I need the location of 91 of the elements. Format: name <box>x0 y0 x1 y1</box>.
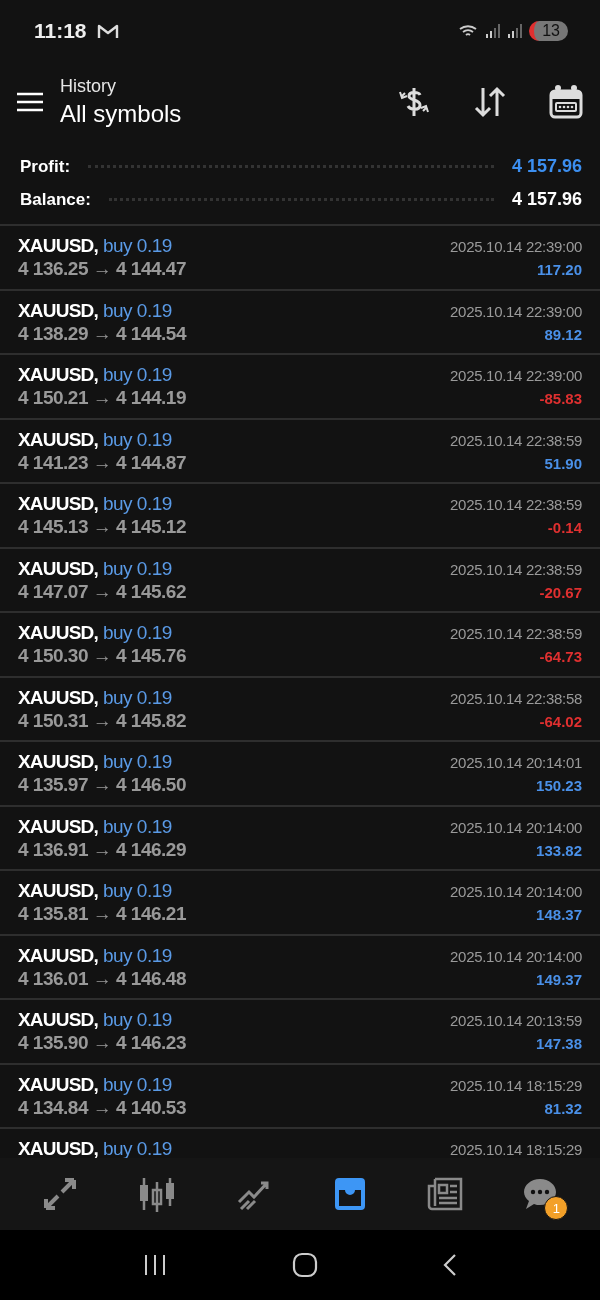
deal-profit: 133.82 <box>536 841 582 859</box>
deal-time: 2025.10.14 20:14:01 <box>450 754 582 771</box>
deal-symbol: XAUUSD, <box>18 622 98 644</box>
deal-symbol: XAUUSD, <box>18 944 98 967</box>
deal-symbol: XAUUSD, <box>18 751 98 773</box>
deal-profit: 89.12 <box>544 325 582 343</box>
deal-profit: -20.67 <box>539 583 582 601</box>
deal-profit: 117.20 <box>536 261 582 278</box>
deal-symbol: XAUUSD, <box>18 815 98 838</box>
deal-symbol: XAUUSD, <box>18 235 98 257</box>
battery-indicator: 13 <box>529 21 568 41</box>
deal-time: 2025.10.14 22:38:59 <box>450 560 582 578</box>
deal-profit: -64.02 <box>539 712 582 730</box>
deal-volume: buy 0.19 <box>102 880 172 902</box>
deal-volume: buy 0.19 <box>102 751 172 773</box>
deal-volume: buy 0.19 <box>102 557 172 580</box>
deal-time: 2025.10.14 22:39:00 <box>450 238 582 255</box>
notification-badge: 1 <box>544 1196 569 1220</box>
deal-volume: buy 0.19 <box>102 493 172 515</box>
deal-time: 2025.10.14 22:38:59 <box>450 496 582 513</box>
deal-prices: 4 135.90 → 4 146.23 <box>18 1032 186 1054</box>
deal-symbol: XAUUSD, <box>18 1138 98 1158</box>
deal-volume: buy 0.19 <box>102 1073 172 1096</box>
sort-button[interactable] <box>472 84 508 120</box>
recent-apps-icon[interactable] <box>142 1254 167 1276</box>
summary-value: 4 157.96 <box>511 189 582 210</box>
deal-volume: buy 0.19 <box>102 686 172 709</box>
mail-icon <box>96 23 119 39</box>
deal-time: 2025.10.14 22:38:58 <box>450 689 582 707</box>
deal-symbol: XAUUSD, <box>18 1009 98 1031</box>
deal-prices: 4 150.30 → 4 145.76 <box>18 645 186 667</box>
deal-profit: 148.37 <box>536 906 582 923</box>
signal-icon <box>507 24 524 38</box>
header-title: All symbols <box>60 100 183 128</box>
calendar-button[interactable] <box>548 84 584 120</box>
header-subtitle: History <box>60 76 117 97</box>
deal-profit: 147.38 <box>536 1035 582 1052</box>
summary-label: Balance: <box>20 189 91 210</box>
deal-prices: 4 147.07 → 4 145.62 <box>18 580 186 603</box>
back-icon[interactable] <box>443 1253 458 1277</box>
deal-symbol: XAUUSD, <box>18 299 98 322</box>
deal-time: 2025.10.14 22:38:59 <box>450 625 582 642</box>
deal-time: 2025.10.14 20:14:00 <box>450 883 582 900</box>
deal-profit: 81.32 <box>544 1099 582 1117</box>
summary-value: 4 157.96 <box>511 156 582 177</box>
deal-prices: 4 135.97 → 4 146.50 <box>18 774 186 796</box>
deal-time: 2025.10.14 22:38:59 <box>450 431 582 449</box>
deal-volume: buy 0.19 <box>102 815 172 838</box>
deal-prices: 4 136.91 → 4 146.29 <box>18 838 186 861</box>
summary-label: Profit: <box>20 156 71 177</box>
deal-time: 2025.10.14 22:39:00 <box>450 302 582 320</box>
deal-prices: 4 134.84 → 4 140.53 <box>18 1096 186 1119</box>
deal-profit: 51.90 <box>544 454 582 472</box>
deal-time: 2025.10.14 18:15:29 <box>450 1141 582 1158</box>
deal-prices: 4 135.81 → 4 146.21 <box>18 903 186 925</box>
deal-prices: 4 150.21 → 4 144.19 <box>18 387 186 409</box>
deal-prices: 4 138.29 → 4 144.54 <box>18 322 186 345</box>
deal-prices: 4 150.31 → 4 145.82 <box>18 709 186 732</box>
deal-volume: buy 0.19 <box>102 1009 172 1031</box>
deal-time: 2025.10.14 18:15:29 <box>450 1076 582 1094</box>
deal-volume: buy 0.19 <box>102 235 172 257</box>
deal-symbol: XAUUSD, <box>18 493 98 515</box>
deal-profit: 149.37 <box>536 970 582 988</box>
deal-symbol: XAUUSD, <box>18 1073 98 1096</box>
deal-volume: buy 0.19 <box>102 428 172 451</box>
menu-button[interactable] <box>16 91 44 113</box>
deal-volume: buy 0.19 <box>102 944 172 967</box>
deal-prices: 4 136.01 → 4 146.48 <box>18 967 186 990</box>
deal-symbol: XAUUSD, <box>18 428 98 451</box>
deal-symbol: XAUUSD, <box>18 686 98 709</box>
deal-volume: buy 0.19 <box>102 622 172 644</box>
deal-time: 2025.10.14 20:14:00 <box>450 947 582 965</box>
deal-time: 2025.10.14 22:39:00 <box>450 367 582 384</box>
deal-volume: buy 0.19 <box>102 299 172 322</box>
deal-profit: -0.14 <box>547 519 582 536</box>
deal-symbol: XAUUSD, <box>18 880 98 902</box>
deal-prices: 4 145.13 → 4 145.12 <box>18 516 186 538</box>
deal-prices: 4 141.23 → 4 144.87 <box>18 451 186 474</box>
chat-tab[interactable]: 1 <box>522 1176 569 1220</box>
deal-time: 2025.10.14 20:13:59 <box>450 1012 582 1029</box>
deal-volume: buy 0.19 <box>102 364 172 386</box>
status-time: 11:18 <box>34 19 87 43</box>
deal-prices: 4 136.25 → 4 144.47 <box>18 258 186 280</box>
deal-symbol: XAUUSD, <box>18 364 98 386</box>
deal-profit: -85.83 <box>539 390 582 407</box>
deal-symbol: XAUUSD, <box>18 557 98 580</box>
deal-profit: -64.73 <box>539 648 582 665</box>
home-icon[interactable] <box>292 1252 318 1278</box>
deal-time: 2025.10.14 20:14:00 <box>450 818 582 836</box>
deal-profit: 150.23 <box>536 777 582 794</box>
signal-icon <box>485 24 502 38</box>
